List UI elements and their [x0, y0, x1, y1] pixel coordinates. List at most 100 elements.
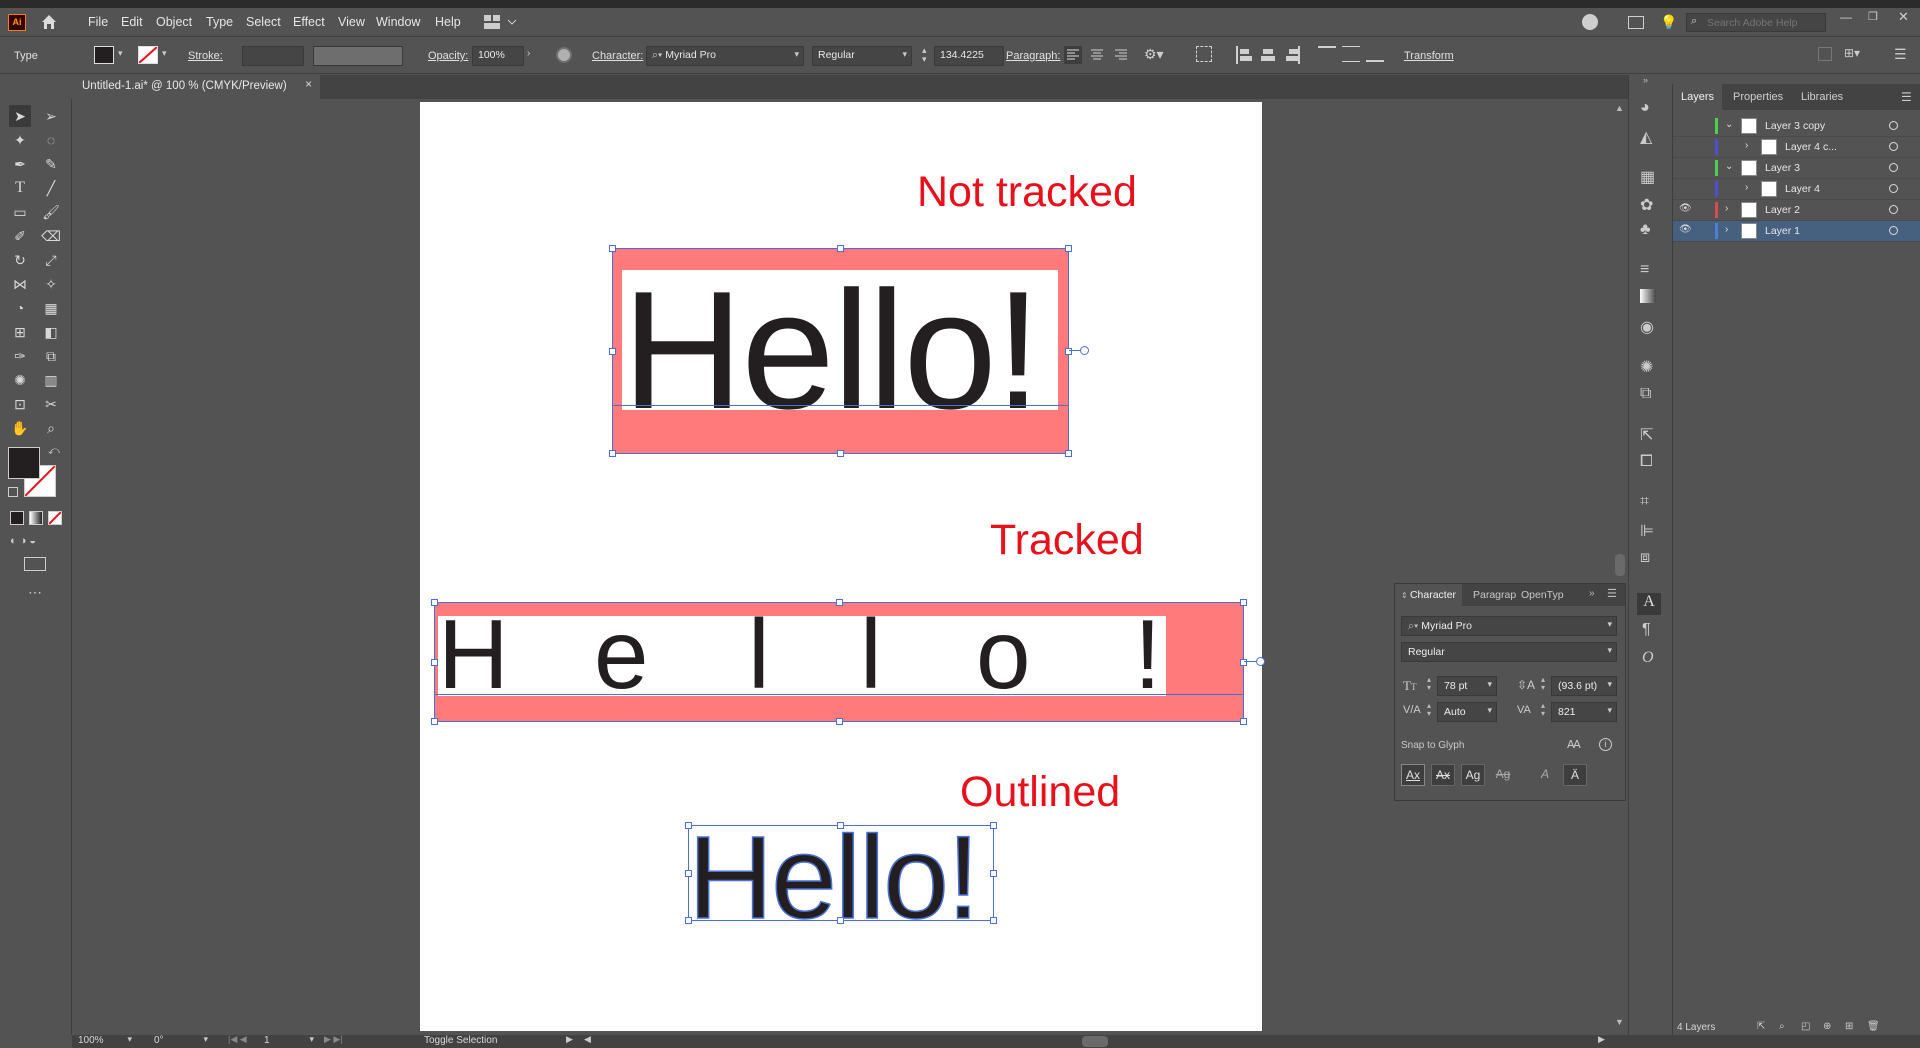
discover-lightbulb-icon[interactable]: 💡: [1660, 14, 1677, 31]
layer-name[interactable]: Layer 3: [1765, 162, 1800, 174]
glyph-settings-icon[interactable]: Ꜳ: [1567, 738, 1581, 751]
stroke-panel-icon[interactable]: ≡: [1640, 261, 1649, 279]
layer-row[interactable]: › Layer 4 c...: [1673, 137, 1920, 158]
chevron-down-icon[interactable]: ▾: [127, 1034, 132, 1045]
panel-menu-icon[interactable]: ☰: [1894, 46, 1907, 63]
stepper-icon[interactable]: ▴ ▾: [1541, 702, 1545, 718]
symbols-icon[interactable]: ♣: [1640, 221, 1651, 239]
width-tool-icon[interactable]: ⋈: [9, 273, 31, 295]
layer-name[interactable]: Layer 3 copy: [1765, 120, 1825, 132]
char-leading-field[interactable]: (93.6 pt) ▾: [1551, 676, 1617, 696]
selection-handle[interactable]: [609, 245, 616, 252]
opentype-panel-icon[interactable]: O: [1642, 649, 1654, 667]
pathfinder-icon[interactable]: ⧈: [1640, 549, 1650, 567]
snap-anchor-icon[interactable]: Ä: [1563, 764, 1587, 786]
visibility-eye-icon[interactable]: 👁: [1679, 203, 1692, 214]
chevron-right-icon[interactable]: ›: [1745, 182, 1748, 193]
rectangle-tool-icon[interactable]: ▭: [9, 201, 31, 223]
chevron-down-icon[interactable]: ▾: [1607, 645, 1612, 656]
selection-handle[interactable]: [837, 822, 844, 829]
chevron-down-icon[interactable]: ▾: [1607, 619, 1612, 630]
magic-wand-tool-icon[interactable]: ✦: [9, 129, 31, 151]
color-panel-icon[interactable]: ◕: [1640, 99, 1650, 117]
swatches-icon[interactable]: ▦: [1640, 167, 1655, 187]
collapse-dock-icon[interactable]: »: [1643, 75, 1648, 85]
column-graph-tool-icon[interactable]: ▥: [40, 369, 62, 391]
chevron-down-icon[interactable]: ▾: [1607, 705, 1612, 716]
font-style-field[interactable]: Regular ▾: [812, 46, 912, 66]
menu-view[interactable]: View: [338, 15, 365, 29]
horizontal-scroll-thumb[interactable]: [1082, 1036, 1108, 1047]
direct-selection-tool-icon[interactable]: ➢: [40, 105, 62, 127]
selection-handle[interactable]: [837, 245, 844, 252]
selection-tool-icon[interactable]: ➤: [9, 105, 31, 127]
menu-type[interactable]: Type: [206, 15, 233, 29]
snap-glyph-bounds-icon[interactable]: Ag: [1461, 764, 1485, 786]
not-tracked-selection-box[interactable]: [612, 248, 1069, 454]
layer-name[interactable]: Layer 4: [1785, 183, 1820, 195]
account-icon[interactable]: [1582, 14, 1598, 30]
scroll-right-icon[interactable]: ▶: [1598, 1034, 1605, 1045]
workspace-switcher-icon[interactable]: [484, 14, 518, 30]
menu-edit[interactable]: Edit: [121, 15, 143, 29]
color-mode-icon[interactable]: [10, 511, 24, 525]
text-out-port[interactable]: [1080, 346, 1089, 355]
font-family-field[interactable]: ⌕▾ Myriad Pro ▾: [646, 46, 804, 66]
tab-character[interactable]: ⇕ Character: [1395, 584, 1463, 606]
tab-layers[interactable]: Layers: [1673, 84, 1723, 110]
stepper-icon[interactable]: ▴ ▾: [1541, 676, 1545, 692]
menu-effect[interactable]: Effect: [293, 15, 325, 29]
gradient-panel-icon[interactable]: [1640, 289, 1656, 303]
align-to-icon[interactable]: [1196, 46, 1212, 62]
align-bottom-objects-icon[interactable]: [1366, 46, 1384, 62]
stroke-label[interactable]: Stroke:: [188, 50, 223, 62]
new-sublayer-icon[interactable]: ⊕: [1823, 1021, 1831, 1032]
scale-tool-icon[interactable]: ⤢: [40, 249, 62, 271]
align-hcenter-objects-icon[interactable]: [1260, 46, 1276, 64]
document-tab[interactable]: Untitled-1.ai* @ 100 % (CMYK/Preview) ×: [72, 75, 320, 99]
opacity-label[interactable]: Opacity:: [428, 50, 468, 62]
align-panel-icon[interactable]: ⊫: [1640, 521, 1654, 541]
perspective-grid-tool-icon[interactable]: ▦: [40, 297, 62, 319]
selection-handle[interactable]: [990, 917, 997, 924]
selection-handle[interactable]: [431, 718, 438, 725]
chevron-down-icon[interactable]: ⌄: [1725, 161, 1733, 172]
align-center-icon[interactable]: [1088, 46, 1106, 64]
rotate-tool-icon[interactable]: ↻: [9, 249, 31, 271]
arrange-documents-icon[interactable]: [1628, 16, 1644, 29]
layer-row[interactable]: ⌄ Layer 3 copy: [1673, 116, 1920, 137]
more-tools-icon[interactable]: ⋯: [28, 584, 42, 601]
text-out-port[interactable]: [1256, 657, 1265, 666]
menu-select[interactable]: Select: [246, 15, 281, 29]
slice-tool-icon[interactable]: ✂: [40, 393, 62, 415]
gradient-mode-icon[interactable]: [29, 511, 43, 525]
appearance-icon[interactable]: ✺: [1640, 357, 1653, 377]
status-menu-icon[interactable]: ▶: [566, 1034, 573, 1045]
selection-handle[interactable]: [431, 599, 438, 606]
recolor-artwork-icon[interactable]: [556, 47, 572, 63]
chevron-right-icon[interactable]: ›: [527, 48, 530, 59]
tab-libraries[interactable]: Libraries: [1793, 84, 1851, 110]
fill-color-swatch[interactable]: [8, 447, 40, 479]
color-guide-icon[interactable]: ◭: [1640, 127, 1652, 147]
search-input[interactable]: [1707, 16, 1822, 30]
layer-row[interactable]: ⌄ Layer 3: [1673, 158, 1920, 179]
info-icon[interactable]: i: [1599, 738, 1612, 751]
selection-handle[interactable]: [1240, 599, 1247, 606]
rotation-field[interactable]: 0° ▾: [154, 1034, 210, 1048]
font-size-field[interactable]: 134.4225: [934, 46, 1004, 66]
selection-handle[interactable]: [685, 870, 692, 877]
make-clipping-mask-icon[interactable]: ◰: [1801, 1021, 1810, 1032]
mesh-tool-icon[interactable]: ⊞: [9, 321, 31, 343]
chevron-down-icon[interactable]: ▾: [1487, 679, 1492, 690]
align-top-objects-icon[interactable]: [1318, 46, 1336, 62]
tab-opentype[interactable]: OpenTyp: [1521, 589, 1564, 601]
stroke-weight-field[interactable]: [242, 46, 304, 66]
snap-proximity-icon[interactable]: Ag: [1491, 764, 1515, 786]
stepper-icon[interactable]: ▴ ▾: [1427, 676, 1431, 692]
chevron-down-icon[interactable]: ▾: [1607, 679, 1612, 690]
visibility-eye-icon[interactable]: 👁: [1679, 224, 1692, 235]
selection-handle[interactable]: [609, 450, 616, 457]
char-font-family-field[interactable]: ⌕▾ Myriad Pro ▾: [1401, 616, 1617, 636]
swap-colors-icon[interactable]: ⤺: [48, 445, 60, 458]
